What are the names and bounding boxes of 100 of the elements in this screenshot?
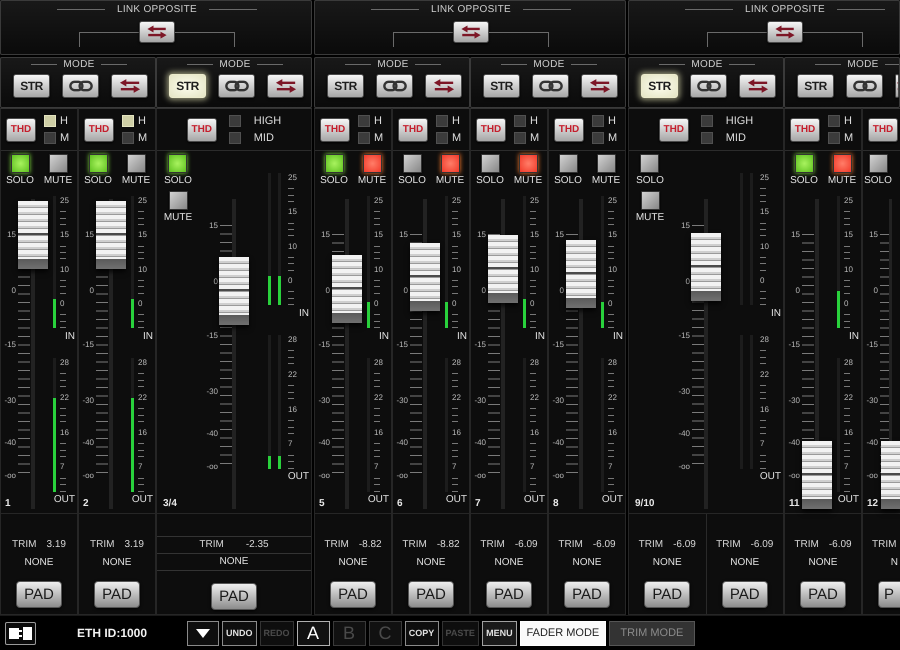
swap-button[interactable]: [111, 74, 148, 98]
band-toggle[interactable]: [122, 132, 134, 144]
band-label: H: [374, 115, 382, 127]
link-opposite-button[interactable]: [139, 21, 175, 43]
mode-title: MODE: [219, 58, 251, 70]
pad-button[interactable]: PAD: [211, 583, 257, 610]
solo-button[interactable]: [10, 154, 30, 173]
fader-knob[interactable]: [18, 201, 48, 270]
swap-button[interactable]: [739, 74, 776, 98]
solo-button[interactable]: [480, 154, 500, 173]
pad-button[interactable]: P: [878, 581, 900, 608]
history-button[interactable]: UNDO: [222, 620, 257, 646]
band-toggle[interactable]: [44, 132, 56, 144]
band-toggle[interactable]: [592, 132, 604, 144]
thd-button[interactable]: THD: [554, 118, 584, 142]
pad-button[interactable]: PAD: [722, 581, 768, 608]
band-toggle[interactable]: [514, 115, 526, 127]
pad-button[interactable]: PAD: [408, 581, 454, 608]
mute-button[interactable]: [48, 154, 68, 173]
pad-button[interactable]: PAD: [564, 581, 610, 608]
link-opposite-button[interactable]: [453, 21, 489, 43]
band-toggle[interactable]: [514, 132, 526, 144]
link-button[interactable]: [62, 74, 99, 98]
connection-button[interactable]: [5, 622, 36, 644]
fader-knob[interactable]: [566, 240, 596, 308]
menu-button[interactable]: MENU: [482, 620, 517, 646]
band-toggle[interactable]: [436, 132, 448, 144]
view-mode-tab[interactable]: FADER MODE: [520, 620, 606, 646]
pad-button[interactable]: PAD: [486, 581, 532, 608]
fader-knob[interactable]: [881, 441, 900, 509]
thd-button[interactable]: THD: [658, 118, 689, 142]
link-button[interactable]: [532, 74, 569, 98]
band-toggle[interactable]: [358, 132, 370, 144]
thd-button[interactable]: THD: [320, 118, 350, 142]
fader-knob[interactable]: [691, 232, 721, 301]
thd-button[interactable]: THD: [398, 118, 428, 142]
mute-button[interactable]: [126, 154, 146, 173]
clipboard-button[interactable]: COPY: [404, 620, 439, 646]
band-toggle[interactable]: [592, 115, 604, 127]
scale-label: 0: [480, 285, 486, 297]
stereo-button[interactable]: STR: [641, 74, 678, 98]
solo-button[interactable]: [324, 154, 344, 173]
plug-icon: [8, 626, 33, 640]
stereo-button[interactable]: STR: [483, 74, 520, 98]
band-toggle[interactable]: [700, 115, 713, 127]
fader-knob[interactable]: [219, 257, 249, 326]
solo-button[interactable]: [794, 154, 814, 173]
solo-button[interactable]: [402, 154, 422, 173]
fader-knob[interactable]: [488, 235, 518, 304]
band-toggle[interactable]: [828, 115, 840, 127]
scale-label: 15: [790, 229, 800, 241]
stereo-button[interactable]: STR: [169, 74, 206, 98]
thd-button[interactable]: THD: [790, 118, 820, 142]
fader-knob[interactable]: [332, 254, 362, 323]
stereo-button[interactable]: STR: [13, 74, 50, 98]
mute-button[interactable]: [596, 154, 616, 173]
solo-button[interactable]: [168, 154, 188, 173]
fader-knob[interactable]: [802, 441, 832, 509]
fader-knob[interactable]: [410, 242, 440, 311]
thd-button[interactable]: THD: [186, 118, 217, 142]
band-toggle[interactable]: [700, 132, 713, 144]
link-button[interactable]: [218, 74, 255, 98]
solo-label: SOLO: [398, 175, 426, 187]
band-toggle[interactable]: [828, 132, 840, 144]
pad-button[interactable]: PAD: [16, 581, 62, 608]
solo-button[interactable]: [868, 154, 888, 173]
fader-knob[interactable]: [96, 201, 126, 270]
link-opposite-button[interactable]: [767, 21, 803, 43]
mute-button[interactable]: [168, 191, 188, 210]
mode-title: MODE: [533, 58, 565, 70]
thd-button[interactable]: THD: [476, 118, 506, 142]
thd-button[interactable]: THD: [868, 118, 898, 142]
thd-button[interactable]: THD: [84, 118, 114, 142]
band-toggle[interactable]: [358, 115, 370, 127]
mute-button[interactable]: [640, 191, 660, 210]
scene-button[interactable]: A: [296, 620, 330, 646]
stereo-button[interactable]: STR: [797, 74, 834, 98]
link-button[interactable]: [690, 74, 727, 98]
thd-button[interactable]: THD: [6, 118, 36, 142]
stereo-button[interactable]: STR: [327, 74, 364, 98]
swap-button[interactable]: [267, 74, 304, 98]
band-toggle[interactable]: [228, 115, 241, 127]
view-mode-tab[interactable]: TRIM MODE: [608, 620, 695, 646]
scale-label: -oo: [551, 470, 564, 482]
dropdown-button[interactable]: [187, 620, 220, 646]
pad-button[interactable]: PAD: [800, 581, 846, 608]
pad-button[interactable]: PAD: [330, 581, 376, 608]
band-toggle[interactable]: [436, 115, 448, 127]
link-button[interactable]: [846, 74, 883, 98]
link-button[interactable]: [376, 74, 413, 98]
pad-button[interactable]: PAD: [94, 581, 140, 608]
swap-button[interactable]: [425, 74, 462, 98]
pad-button[interactable]: PAD: [644, 581, 690, 608]
solo-button[interactable]: [88, 154, 108, 173]
swap-button[interactable]: [581, 74, 618, 98]
swap-button[interactable]: [895, 74, 899, 98]
solo-button[interactable]: [640, 154, 660, 173]
scale-label: -30: [551, 395, 564, 407]
band-toggle[interactable]: [228, 132, 241, 144]
solo-button[interactable]: [558, 154, 578, 173]
